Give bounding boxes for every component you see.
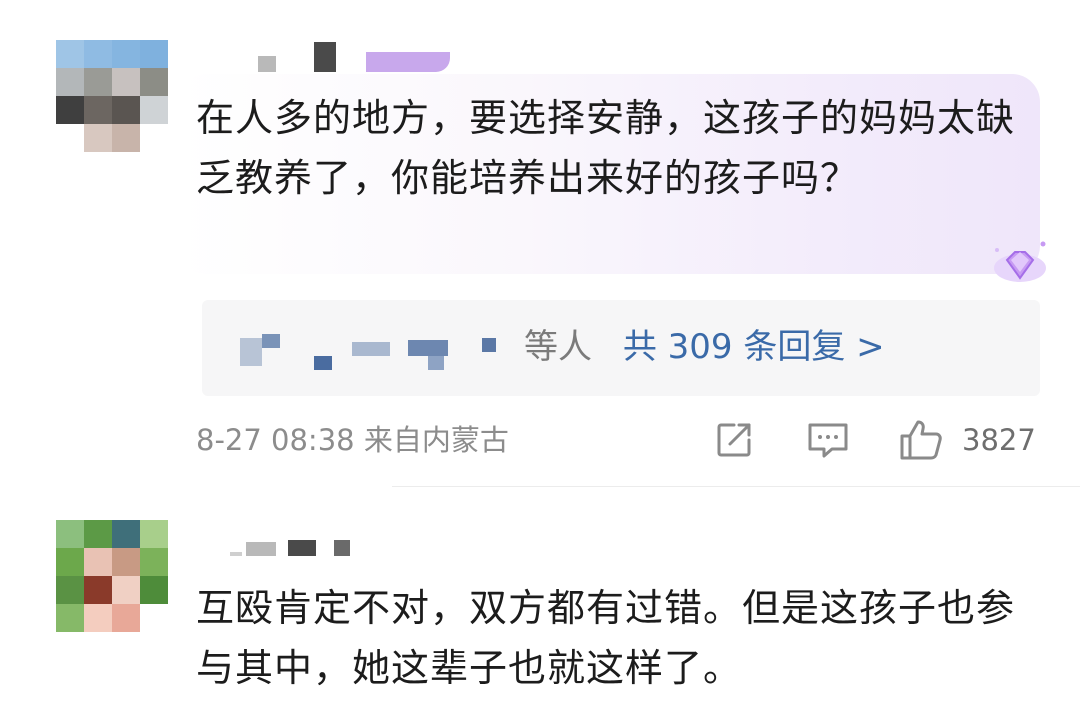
comment-meta: 8-27 08:38 来自内蒙古 (196, 423, 509, 457)
reply-usernames-redacted (240, 334, 510, 374)
comment-text: 互殴肯定不对，双方都有过错。但是这孩子也参与其中，她这辈子也就这样了。 (196, 586, 1016, 690)
diamond-badge-icon (985, 232, 1055, 292)
avatar[interactable] (56, 520, 168, 632)
divider (392, 486, 1080, 487)
reply-who: 等人 (524, 327, 592, 367)
comment-icon[interactable] (806, 420, 850, 464)
avatar[interactable] (56, 40, 168, 152)
comment-text: 在人多的地方，要选择安静，这孩子的妈妈太缺乏教养了，你能培养出来好的孩子吗？ (196, 96, 1016, 200)
username-redacted[interactable] (230, 538, 360, 568)
username-redacted[interactable] (258, 42, 468, 72)
thumbs-up-icon[interactable] (898, 418, 944, 466)
reply-summary-text[interactable]: 等人 共 309 条回复 > (524, 322, 885, 372)
reply-count-link[interactable]: 共 309 条回复 > (623, 327, 885, 367)
share-icon[interactable] (714, 420, 754, 464)
like-count: 3827 (962, 423, 1036, 457)
